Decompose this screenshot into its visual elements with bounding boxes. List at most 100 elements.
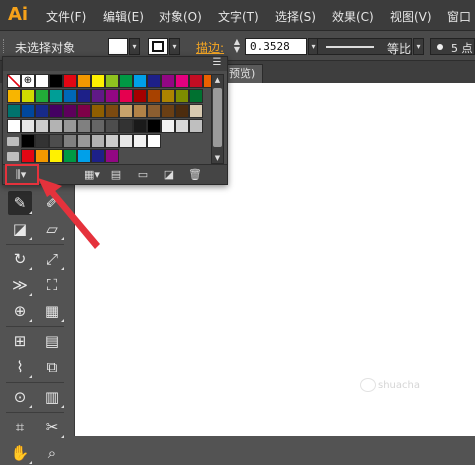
color-swatch[interactable] xyxy=(105,119,119,133)
delete-swatch-icon[interactable]: 🗑 xyxy=(187,168,203,182)
color-swatch[interactable] xyxy=(175,89,189,103)
free-transform-tool-icon[interactable]: ⛶ xyxy=(40,273,64,297)
color-swatch[interactable] xyxy=(63,104,77,118)
color-swatch[interactable] xyxy=(35,149,49,163)
stroke-dropdown-button[interactable]: ▾ xyxy=(169,38,180,55)
fill-color-swatch[interactable] xyxy=(108,38,128,55)
color-swatch[interactable] xyxy=(189,74,203,88)
hand-tool-icon[interactable]: ✋ xyxy=(8,441,32,465)
color-swatch[interactable] xyxy=(63,89,77,103)
mesh-tool-icon[interactable]: ⊞ xyxy=(8,329,32,353)
color-swatch[interactable] xyxy=(189,89,203,103)
color-swatch[interactable] xyxy=(189,104,203,118)
rotate-tool-icon[interactable]: ↻ xyxy=(8,247,32,271)
color-swatch[interactable] xyxy=(77,134,91,148)
panel-menu-icon[interactable]: ☰ xyxy=(209,56,225,70)
color-swatch[interactable] xyxy=(147,104,161,118)
color-swatch[interactable] xyxy=(105,149,119,163)
artboard-tool-icon[interactable]: ⌗ xyxy=(8,415,32,439)
blob-brush-tool-icon[interactable]: ✐ xyxy=(40,191,64,215)
color-swatch[interactable] xyxy=(21,89,35,103)
panel-grip[interactable] xyxy=(3,39,6,53)
color-swatch[interactable]: ⊕ xyxy=(21,74,35,88)
stroke-color-swatch[interactable] xyxy=(148,38,168,55)
swatches-scrollbar[interactable]: ▲ ▼ xyxy=(211,74,224,164)
color-swatch[interactable] xyxy=(91,74,105,88)
variable-width-profile[interactable]: 等比 xyxy=(317,38,412,56)
new-swatch-icon[interactable]: ◪ xyxy=(161,168,177,182)
gradient-tool-icon[interactable]: ▤ xyxy=(40,329,64,353)
color-swatch[interactable] xyxy=(105,74,119,88)
color-swatch[interactable] xyxy=(161,104,175,118)
shape-builder-tool-icon[interactable]: ⊕ xyxy=(8,299,32,323)
show-swatch-kinds-icon[interactable]: ▦▾ xyxy=(82,168,102,182)
color-swatch[interactable] xyxy=(161,74,175,88)
brush-definition[interactable]: 5 点 xyxy=(430,38,475,55)
zoom-tool-icon[interactable]: ⌕ xyxy=(40,441,64,465)
color-swatch[interactable] xyxy=(91,89,105,103)
color-swatch[interactable] xyxy=(175,104,189,118)
color-swatch[interactable] xyxy=(77,104,91,118)
color-swatch[interactable] xyxy=(91,134,105,148)
color-swatch[interactable] xyxy=(133,104,147,118)
color-swatch[interactable] xyxy=(21,104,35,118)
color-swatch[interactable] xyxy=(35,104,49,118)
color-swatch[interactable] xyxy=(105,104,119,118)
color-swatch[interactable] xyxy=(35,89,49,103)
color-swatch[interactable] xyxy=(105,89,119,103)
color-swatch[interactable] xyxy=(161,119,175,133)
perspective-grid-tool-icon[interactable]: ▦ xyxy=(40,299,64,323)
color-group-folder-icon[interactable] xyxy=(7,152,19,161)
fill-dropdown-button[interactable]: ▾ xyxy=(129,38,140,55)
color-swatch[interactable] xyxy=(119,74,133,88)
color-swatch[interactable] xyxy=(105,134,119,148)
color-swatch[interactable] xyxy=(147,74,161,88)
blend-tool-icon[interactable]: ⧉ xyxy=(40,355,64,379)
color-swatch[interactable] xyxy=(119,119,133,133)
color-swatch[interactable] xyxy=(21,119,35,133)
column-graph-tool-icon[interactable]: ▥ xyxy=(40,385,64,409)
color-swatch[interactable] xyxy=(147,89,161,103)
color-swatch[interactable] xyxy=(133,134,147,148)
color-swatch[interactable] xyxy=(49,134,63,148)
color-swatch[interactable] xyxy=(133,119,147,133)
color-swatch[interactable] xyxy=(91,119,105,133)
color-swatch[interactable] xyxy=(77,74,91,88)
stroke-weight-spinner[interactable]: ▲ ▼ xyxy=(230,38,244,55)
color-swatch[interactable] xyxy=(49,89,63,103)
scale-tool-icon[interactable]: ⤢ xyxy=(40,247,64,271)
color-swatch[interactable] xyxy=(7,89,21,103)
color-swatch[interactable] xyxy=(63,134,77,148)
color-swatch[interactable] xyxy=(147,119,161,133)
color-swatch[interactable] xyxy=(147,134,161,148)
color-swatch[interactable] xyxy=(35,74,49,88)
color-swatch[interactable] xyxy=(189,119,203,133)
shaper-tool-icon[interactable]: ◪ xyxy=(8,217,32,241)
color-swatch[interactable] xyxy=(119,89,133,103)
color-swatch[interactable] xyxy=(77,119,91,133)
color-swatch[interactable] xyxy=(7,119,21,133)
menu-file[interactable]: 文件(F) xyxy=(46,8,86,25)
color-swatch[interactable] xyxy=(175,74,189,88)
color-swatch[interactable] xyxy=(63,149,77,163)
color-swatch[interactable] xyxy=(161,89,175,103)
scroll-down-arrow-icon[interactable]: ▼ xyxy=(213,154,222,163)
color-swatch[interactable] xyxy=(91,104,105,118)
color-swatch[interactable] xyxy=(119,134,133,148)
color-group-folder-icon[interactable] xyxy=(7,137,19,146)
width-tool-icon[interactable]: ≫ xyxy=(8,273,32,297)
scroll-up-arrow-icon[interactable]: ▲ xyxy=(213,76,222,85)
menu-object[interactable]: 对象(O) xyxy=(159,8,202,25)
swatch-options-icon[interactable]: ▤ xyxy=(108,168,124,182)
menu-window[interactable]: 窗口 xyxy=(447,8,471,25)
menu-select[interactable]: 选择(S) xyxy=(275,8,316,25)
profile-dropdown[interactable]: ▾ xyxy=(413,38,424,55)
document-tab[interactable]: 预览) xyxy=(225,64,263,83)
color-swatch[interactable] xyxy=(49,149,63,163)
color-swatch[interactable] xyxy=(35,134,49,148)
color-swatch[interactable] xyxy=(77,149,91,163)
menu-view[interactable]: 视图(V) xyxy=(390,8,432,25)
menu-edit[interactable]: 编辑(E) xyxy=(103,8,144,25)
color-swatch[interactable] xyxy=(49,104,63,118)
color-swatch[interactable] xyxy=(63,119,77,133)
